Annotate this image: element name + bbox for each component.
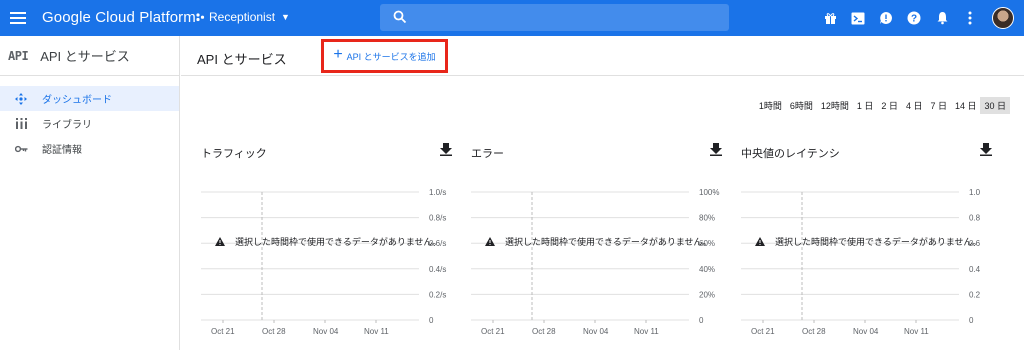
latency-chart: 1.00.80.60.40.20Oct 21 Oct 28 Nov 04 Nov 11 <box>741 188 981 336</box>
y-tick-label: 0 <box>699 316 704 325</box>
project-name: Receptionist <box>209 10 276 24</box>
y-tick-label: 20% <box>699 290 715 299</box>
sidebar-item-dashboard[interactable]: ダッシュボード <box>0 86 179 111</box>
chart-title: 中央値のレイテンシ <box>741 148 840 160</box>
y-tick-label: 1.0 <box>969 188 981 197</box>
y-tick-label: 100% <box>699 188 719 197</box>
project-selector[interactable]: Receptionist ▼ <box>195 10 290 24</box>
svg-text:?: ? <box>911 14 917 25</box>
y-tick-label: 0.4/s <box>429 265 446 274</box>
x-tick-label: Nov 11 <box>634 327 659 336</box>
gift-icon[interactable] <box>818 6 842 30</box>
x-tick-label: Oct 28 <box>262 327 286 336</box>
y-tick-label: 0.8/s <box>429 214 446 223</box>
time-range-option[interactable]: 1時間 <box>755 97 786 114</box>
help-icon[interactable]: ? <box>902 6 926 30</box>
x-tick-label: Nov 04 <box>583 327 609 336</box>
page-title: API とサービス <box>197 52 287 67</box>
avatar[interactable] <box>992 7 1014 29</box>
chart-title: トラフィック <box>201 148 267 160</box>
time-range-option[interactable]: 1 日 <box>853 97 878 114</box>
y-tick-label: 0 <box>429 316 434 325</box>
x-tick-label: Nov 11 <box>364 327 389 336</box>
y-tick-label: 40% <box>699 265 715 274</box>
x-tick-label: Oct 21 <box>481 327 505 336</box>
no-data-message: 選択した時間枠で使用できるデータがありません。 <box>215 235 442 248</box>
no-data-text: 選択した時間枠で使用できるデータがありません。 <box>505 237 712 247</box>
time-range-option[interactable]: 4 日 <box>902 97 927 114</box>
cloud-shell-icon[interactable] <box>846 6 870 30</box>
key-icon <box>14 145 28 153</box>
plus-icon: + <box>333 46 343 63</box>
time-range-selector: 1時間 6時間 12時間 1 日2 日4 日7 日 14 日 30 日 <box>755 97 1010 114</box>
y-tick-label: 0.2/s <box>429 290 446 299</box>
sidebar-item-credentials[interactable]: 認証情報 <box>0 136 179 161</box>
library-icon <box>14 118 28 129</box>
add-api-label: API とサービスを追加 <box>346 51 436 62</box>
sidebar-item-label: ダッシュボード <box>42 95 112 106</box>
x-tick-label: Nov 11 <box>904 327 929 336</box>
errors-chart-panel: エラー 100% 80% 60% 40% 20% 0 Oct 21 Oct 28 Nov 04 N… <box>471 140 729 345</box>
notifications-icon[interactable] <box>930 6 954 30</box>
time-range-option[interactable]: 2 日 <box>877 97 902 114</box>
no-data-message: 選択した時間枠で使用できるデータがありません。 <box>755 235 982 248</box>
time-range-option[interactable]: 12時間 <box>817 97 853 114</box>
search-input[interactable] <box>414 4 714 31</box>
sidebar-item-label: 認証情報 <box>42 145 82 156</box>
time-range-option[interactable]: 7 日 <box>926 97 951 114</box>
project-dots-icon <box>196 13 205 22</box>
no-data-text: 選択した時間枠で使用できるデータがありません。 <box>235 237 442 247</box>
y-tick-label: 0.2 <box>969 290 981 299</box>
sidebar: API API とサービス ダッシュボード ライブラリ 認証情報 <box>0 36 180 350</box>
no-data-message: 選択した時間枠で使用できるデータがありません。 <box>485 235 712 248</box>
download-icon[interactable] <box>979 142 993 156</box>
y-tick-label: 1.0/s <box>429 188 446 197</box>
search-icon <box>393 10 407 24</box>
page-header: API とサービス + API とサービスを追加 <box>181 36 1024 76</box>
sidebar-item-label: ライブラリ <box>42 120 92 131</box>
sidebar-title: API とサービス <box>40 49 130 64</box>
main-content: API とサービス + API とサービスを追加 1時間 6時間 12時間 1 日2 … <box>181 36 1024 350</box>
x-tick-label: Nov 04 <box>853 327 879 336</box>
download-icon[interactable] <box>709 142 723 156</box>
y-tick-label: 80% <box>699 214 715 223</box>
dashboard-icon <box>14 92 28 105</box>
traffic-chart-panel: トラフィック 1.0/s 0.8/s 0.6/s 0.4/s 0.2/s 0 Oct 21 O… <box>201 140 459 345</box>
warning-icon <box>755 237 765 246</box>
feedback-icon[interactable] <box>874 6 898 30</box>
search-bar[interactable] <box>380 4 729 31</box>
x-tick-label: Oct 28 <box>802 327 826 336</box>
sidebar-item-library[interactable]: ライブラリ <box>0 111 179 136</box>
warning-icon <box>215 237 225 246</box>
chart-title: エラー <box>471 148 504 160</box>
brand-title[interactable]: Google Cloud Platform <box>42 9 196 26</box>
top-app-bar: Google Cloud Platform Receptionist ▼ ? <box>0 0 1024 36</box>
api-logo-icon: API <box>8 48 29 63</box>
caret-down-icon: ▼ <box>281 12 290 22</box>
time-range-option[interactable]: 6時間 <box>786 97 817 114</box>
download-icon[interactable] <box>439 142 453 156</box>
add-api-button[interactable]: + API とサービスを追加 <box>321 39 448 73</box>
x-tick-label: Oct 28 <box>532 327 556 336</box>
x-tick-label: Oct 21 <box>211 327 235 336</box>
y-tick-label: 0.4 <box>969 265 981 274</box>
x-tick-label: Oct 21 <box>751 327 775 336</box>
warning-icon <box>485 237 495 246</box>
latency-chart-panel: 中央値のレイテンシ 1.0 0.8 0.6 0.4 0.2 0 Oct 21 Oct 28 No… <box>741 140 999 345</box>
menu-icon[interactable] <box>10 9 28 27</box>
x-tick-label: Nov 04 <box>313 327 339 336</box>
y-tick-label: 0.8 <box>969 214 981 223</box>
traffic-chart: 1.0/s0.8/s0.6/s0.4/s0.2/s0Oct 21 Oct 28 No… <box>201 188 446 336</box>
sidebar-header: API API とサービス <box>0 36 179 76</box>
no-data-text: 選択した時間枠で使用できるデータがありません。 <box>775 237 982 247</box>
y-tick-label: 0 <box>969 316 974 325</box>
errors-chart: 100%80%60%40%20%0Oct 21 Oct 28 Nov 04 Nov 1… <box>471 188 719 336</box>
time-range-option[interactable]: 30 日 <box>980 97 1010 114</box>
more-vert-icon[interactable] <box>958 6 982 30</box>
time-range-option[interactable]: 14 日 <box>951 97 981 114</box>
